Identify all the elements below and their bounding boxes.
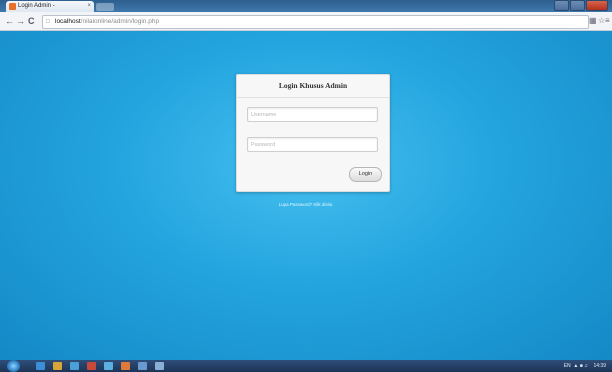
menu-icon[interactable]: ≡ bbox=[605, 16, 610, 26]
url-host: localhost bbox=[55, 18, 81, 25]
start-button[interactable] bbox=[7, 360, 20, 372]
page-content: Login Khusus Admin Username Password Log… bbox=[0, 31, 612, 360]
browser-app-icon[interactable] bbox=[121, 362, 130, 370]
taskbar: EN ▲ ■ ♫ 14:39 bbox=[0, 360, 612, 372]
url-path: /nilaionline/admin/login.php bbox=[80, 18, 160, 25]
login-title: Login Khusus Admin bbox=[237, 75, 389, 98]
app-icon[interactable] bbox=[104, 362, 113, 370]
app-icon[interactable] bbox=[155, 362, 164, 370]
close-window-button[interactable] bbox=[586, 0, 608, 11]
browser-titlebar: Login Admin - × bbox=[0, 0, 612, 12]
tab-close-icon[interactable]: × bbox=[87, 1, 91, 12]
back-icon[interactable]: ← bbox=[5, 15, 14, 27]
new-tab-button[interactable] bbox=[96, 3, 114, 11]
minimize-button[interactable] bbox=[554, 0, 569, 11]
login-button[interactable]: Login bbox=[349, 167, 382, 182]
page-icon: □ bbox=[46, 18, 50, 25]
explorer-icon[interactable] bbox=[53, 362, 62, 370]
clock[interactable]: 14:39 bbox=[593, 363, 606, 369]
username-input[interactable]: Username bbox=[247, 107, 378, 122]
url-text: localhost/nilaionline/admin/login.php bbox=[55, 16, 159, 28]
forgot-password-link[interactable]: Lupa Password? Klik disini. bbox=[0, 202, 612, 207]
password-input[interactable]: Password bbox=[247, 137, 378, 152]
language-indicator[interactable]: EN bbox=[564, 363, 571, 369]
ie-icon[interactable] bbox=[36, 362, 45, 370]
reload-icon[interactable]: C bbox=[28, 15, 35, 27]
tab-title: Login Admin - bbox=[18, 3, 55, 9]
forward-icon[interactable]: → bbox=[16, 15, 25, 27]
login-card: Login Khusus Admin Username Password Log… bbox=[236, 74, 390, 192]
browser-toolbar: ← → C □ localhost/nilaionline/admin/logi… bbox=[0, 12, 612, 31]
app-icon[interactable] bbox=[138, 362, 147, 370]
app-icon[interactable] bbox=[87, 362, 96, 370]
app-icon[interactable] bbox=[70, 362, 79, 370]
browser-tab[interactable]: Login Admin - × bbox=[6, 1, 94, 12]
address-bar[interactable]: □ localhost/nilaionline/admin/login.php bbox=[42, 15, 589, 29]
maximize-button[interactable] bbox=[570, 0, 585, 11]
window-controls bbox=[554, 0, 608, 11]
translate-icon[interactable]: ▦ bbox=[589, 16, 597, 26]
favicon-icon bbox=[9, 3, 16, 10]
system-tray: EN ▲ ■ ♫ 14:39 bbox=[563, 363, 606, 369]
